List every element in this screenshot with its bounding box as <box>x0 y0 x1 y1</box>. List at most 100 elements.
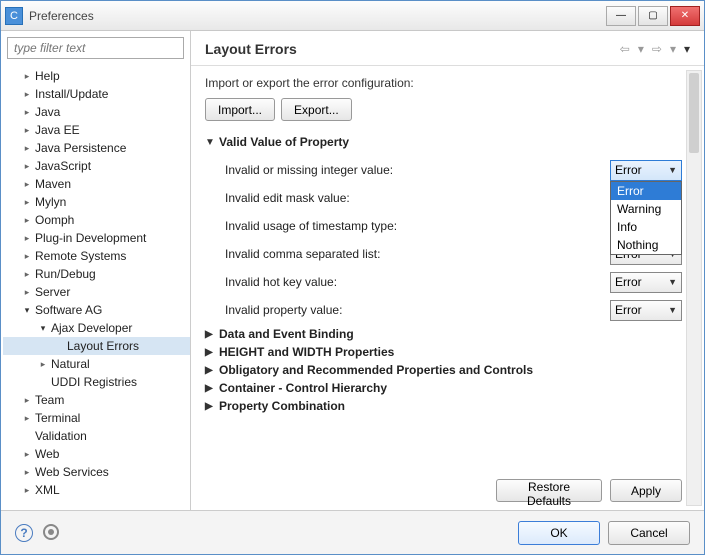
view-menu-icon[interactable]: ▾ <box>684 42 690 56</box>
tree-item[interactable]: Install/Update <box>3 85 190 103</box>
chevron-right-icon[interactable] <box>21 484 33 496</box>
tree-item-label: Validation <box>35 429 87 443</box>
chevron-right-icon[interactable] <box>21 286 33 298</box>
property-label: Invalid usage of timestamp type: <box>225 219 610 233</box>
tree-item-label: UDDI Registries <box>51 375 137 389</box>
chevron-right-icon[interactable] <box>21 160 33 172</box>
section-combination[interactable]: ▶ Property Combination <box>205 399 682 413</box>
chevron-right-icon[interactable] <box>21 142 33 154</box>
vertical-scrollbar[interactable] <box>686 70 702 506</box>
tree-item[interactable]: Ajax Developer <box>3 319 190 337</box>
chevron-right-icon[interactable] <box>21 466 33 478</box>
tree-item[interactable]: Web <box>3 445 190 463</box>
severity-combo[interactable]: Error▼ <box>610 272 682 293</box>
tree-item[interactable]: XML <box>3 481 190 499</box>
chevron-right-icon[interactable] <box>21 196 33 208</box>
tree-item-label: Oomph <box>35 213 74 227</box>
tree-item[interactable]: Run/Debug <box>3 265 190 283</box>
minimize-button[interactable]: — <box>606 6 636 26</box>
forward-icon[interactable]: ⇨ <box>652 42 662 56</box>
tree-item-label: Natural <box>51 357 90 371</box>
dropdown-option[interactable]: Nothing <box>611 236 681 254</box>
severity-combo[interactable]: Error▼ <box>610 160 682 181</box>
tree-item[interactable]: Java Persistence <box>3 139 190 157</box>
property-label: Invalid or missing integer value: <box>225 163 610 177</box>
chevron-right-icon[interactable] <box>21 394 33 406</box>
dropdown-option[interactable]: Error <box>611 182 681 200</box>
tree-item-label: Ajax Developer <box>51 321 132 335</box>
maximize-button[interactable]: ▢ <box>638 6 668 26</box>
chevron-right-icon[interactable] <box>21 214 33 226</box>
back-menu-icon[interactable]: ▾ <box>638 42 644 56</box>
chevron-right-icon[interactable] <box>21 412 33 424</box>
tree-item[interactable]: Java EE <box>3 121 190 139</box>
tree-item[interactable]: Team <box>3 391 190 409</box>
tree-item[interactable]: Server <box>3 283 190 301</box>
import-button[interactable]: Import... <box>205 98 275 121</box>
tree-item[interactable]: Layout Errors <box>3 337 190 355</box>
chevron-right-icon[interactable] <box>21 70 33 82</box>
section-height-width[interactable]: ▶ HEIGHT and WIDTH Properties <box>205 345 682 359</box>
chevron-right-icon: ▶ <box>205 401 219 412</box>
spacer <box>21 430 33 442</box>
apply-button[interactable]: Apply <box>610 479 682 502</box>
chevron-right-icon[interactable] <box>21 250 33 262</box>
tree-item[interactable]: Remote Systems <box>3 247 190 265</box>
scrollbar-thumb[interactable] <box>689 73 699 153</box>
section-valid-value[interactable]: ▼ Valid Value of Property <box>205 135 682 149</box>
close-button[interactable]: ✕ <box>670 6 700 26</box>
tree-item[interactable]: Java <box>3 103 190 121</box>
preference-tree[interactable]: Help Install/Update JavaJava EEJava Persis… <box>1 65 190 510</box>
chevron-right-icon[interactable] <box>21 88 33 100</box>
severity-dropdown[interactable]: ErrorWarningInfoNothing <box>610 181 682 255</box>
filter-input[interactable] <box>7 37 184 59</box>
restore-defaults-button[interactable]: Restore Defaults <box>496 479 602 502</box>
tree-item[interactable]: Plug-in Development <box>3 229 190 247</box>
tree-item[interactable]: Oomph <box>3 211 190 229</box>
tree-item-label: Server <box>35 285 70 299</box>
property-label: Invalid property value: <box>225 303 610 317</box>
chevron-right-icon[interactable] <box>21 268 33 280</box>
chevron-down-icon[interactable] <box>21 304 33 316</box>
tree-item[interactable]: Validation <box>3 427 190 445</box>
tree-item[interactable]: Help <box>3 67 190 85</box>
back-icon[interactable]: ⇦ <box>620 42 630 56</box>
chevron-down-icon[interactable] <box>37 322 49 334</box>
tree-item[interactable]: Maven <box>3 175 190 193</box>
cancel-button[interactable]: Cancel <box>608 521 690 545</box>
tree-item[interactable]: UDDI Registries <box>3 373 190 391</box>
titlebar[interactable]: C Preferences — ▢ ✕ <box>1 1 704 31</box>
chevron-right-icon[interactable] <box>21 106 33 118</box>
dropdown-option[interactable]: Info <box>611 218 681 236</box>
dropdown-option[interactable]: Warning <box>611 200 681 218</box>
tree-item[interactable]: JavaScript <box>3 157 190 175</box>
chevron-right-icon[interactable] <box>21 448 33 460</box>
tree-item-label: Terminal <box>35 411 80 425</box>
tree-item[interactable]: Software AG <box>3 301 190 319</box>
section-data-event[interactable]: ▶ Data and Event Binding <box>205 327 682 341</box>
chevron-right-icon[interactable] <box>37 358 49 370</box>
help-icon[interactable]: ? <box>15 524 33 542</box>
tree-item-label: Install/Update <box>35 87 108 101</box>
section-obligatory[interactable]: ▶ Obligatory and Recommended Properties … <box>205 363 682 377</box>
severity-combo[interactable]: Error▼ <box>610 300 682 321</box>
property-label: Invalid comma separated list: <box>225 247 610 261</box>
section-container[interactable]: ▶ Container - Control Hierarchy <box>205 381 682 395</box>
ok-button[interactable]: OK <box>518 521 600 545</box>
chevron-right-icon: ▶ <box>205 383 219 394</box>
chevron-right-icon[interactable] <box>21 178 33 190</box>
oomph-record-icon[interactable] <box>43 524 59 540</box>
chevron-right-icon[interactable] <box>21 124 33 136</box>
tree-item[interactable]: Natural <box>3 355 190 373</box>
property-row: Invalid or missing integer value:Error▼ <box>225 159 682 181</box>
tree-item-label: JavaScript <box>35 159 91 173</box>
property-row: Invalid hot key value:Error▼ <box>225 271 682 293</box>
tree-item[interactable]: Terminal <box>3 409 190 427</box>
tree-item-label: Mylyn <box>35 195 66 209</box>
export-button[interactable]: Export... <box>281 98 352 121</box>
forward-menu-icon[interactable]: ▾ <box>670 42 676 56</box>
tree-item[interactable]: Mylyn <box>3 193 190 211</box>
chevron-right-icon[interactable] <box>21 232 33 244</box>
app-icon: C <box>5 7 23 25</box>
tree-item[interactable]: Web Services <box>3 463 190 481</box>
